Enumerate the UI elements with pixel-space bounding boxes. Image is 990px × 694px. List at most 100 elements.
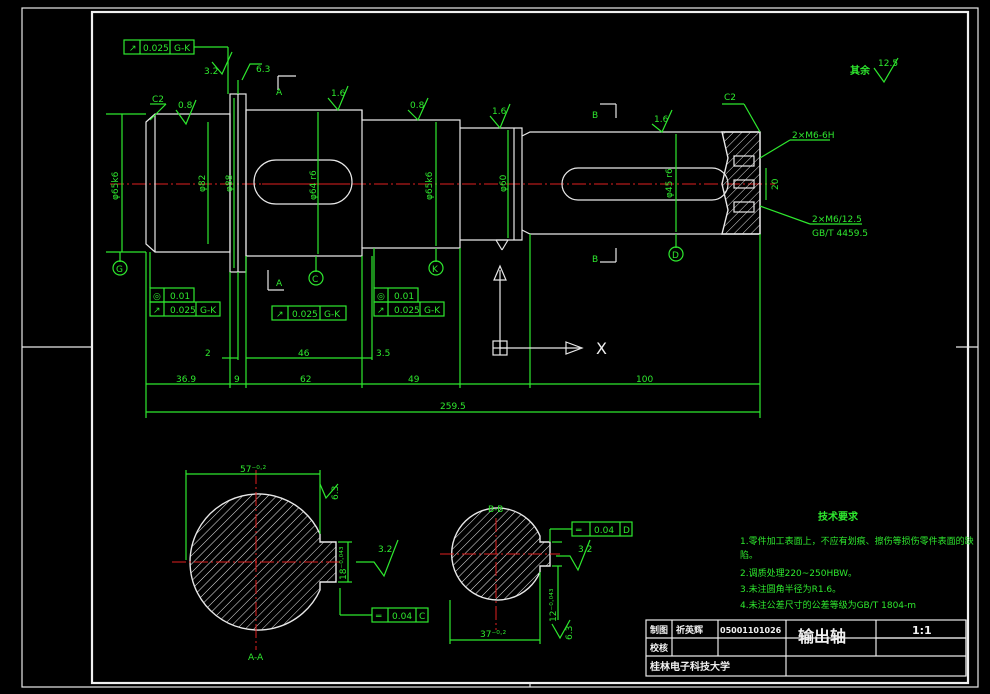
svg-text:0.01: 0.01 <box>170 292 190 302</box>
svg-text:3.2: 3.2 <box>578 545 592 555</box>
tolerance-frame-middle[interactable]: ↗ 0.025 G-K <box>271 305 347 321</box>
svg-text:3.2: 3.2 <box>378 545 392 555</box>
title-block[interactable]: 制图 祈英辉 05001101026 校核 输出轴 1:1 桂林电子科技大学 <box>645 619 967 677</box>
svg-text:B: B <box>592 255 598 265</box>
svg-text:6.3: 6.3 <box>256 65 270 75</box>
svg-text:0.04: 0.04 <box>392 612 412 622</box>
svg-text:9: 9 <box>234 375 240 385</box>
svg-text:0.01: 0.01 <box>394 292 414 302</box>
svg-text:62: 62 <box>300 375 311 385</box>
part-name: 输出轴 <box>798 627 846 646</box>
svg-text:1.6: 1.6 <box>492 107 507 117</box>
svg-text:G: G <box>116 265 123 275</box>
section-aa[interactable]: 57⁻⁰·² 18⁻⁰·⁰⁴³ 6.3 3.2 ═ 0.04 C A-A <box>172 465 429 663</box>
svg-text:0.025: 0.025 <box>292 310 318 320</box>
svg-text:C: C <box>312 275 318 285</box>
svg-text:100: 100 <box>636 375 653 385</box>
svg-text:↗: ↗ <box>276 310 284 320</box>
svg-text:259.5: 259.5 <box>440 402 466 412</box>
roughness-right-journal: 1.6 <box>489 103 511 130</box>
svg-text:G-K: G-K <box>324 310 341 320</box>
svg-text:36.9: 36.9 <box>176 375 196 385</box>
thread-note-lower: 2×M6/12.5 GB/T 4459.5 <box>759 205 868 239</box>
svg-text:3.5: 3.5 <box>376 349 390 359</box>
tech-requirements: 技术要求 1.零件加工表面上，不应有划痕、擦伤等损伤零件表面的缺 陷。 2.调质… <box>740 510 974 611</box>
tech-req-item-2: 2.调质处理220~250HBW。 <box>740 567 857 579</box>
school-name: 桂林电子科技大学 <box>649 660 730 673</box>
roughness-collar: 3.2 6.3 <box>204 51 270 94</box>
datum-g: G <box>112 252 128 276</box>
svg-text:49: 49 <box>408 375 420 385</box>
svg-text:G-K: G-K <box>200 306 217 316</box>
svg-text:6.3: 6.3 <box>331 486 341 500</box>
chamfer-right: C2 <box>722 93 761 133</box>
svg-text:其余: 其余 <box>850 64 871 77</box>
svg-text:2×M6/12.5: 2×M6/12.5 <box>812 215 862 225</box>
svg-text:12⁻⁰·⁰⁴³: 12⁻⁰·⁰⁴³ <box>549 588 559 622</box>
section-a-arrow-top: A <box>276 75 296 98</box>
svg-text:K: K <box>432 265 439 275</box>
svg-text:═: ═ <box>375 612 382 622</box>
svg-text:3.2: 3.2 <box>204 67 218 77</box>
roughness-gear-seat: 1.6 <box>327 85 349 112</box>
svg-text:6.3: 6.3 <box>565 626 575 640</box>
svg-text:C: C <box>419 612 425 622</box>
section-aa-label: A-A <box>248 653 264 663</box>
svg-text:φ45 r6: φ45 r6 <box>665 168 675 198</box>
section-bb[interactable]: B-B ═ 0.04 D 3.2 37⁻⁰·² 12⁻⁰·⁰⁴³ 6.3 <box>440 505 633 644</box>
svg-text:◎: ◎ <box>153 292 161 302</box>
section-a-arrow-bottom: A <box>267 270 284 291</box>
roughness-coupling: 1.6 <box>651 109 673 133</box>
title-row1-label: 制图 <box>650 624 668 636</box>
datum-d: D <box>668 234 684 262</box>
shaft-main-view[interactable] <box>110 93 775 273</box>
svg-text:◎: ◎ <box>377 292 385 302</box>
svg-text:φ65k6: φ65k6 <box>425 171 435 200</box>
tolerance-frame-right[interactable]: ◎ 0.01 ↗ 0.025 G-K <box>373 248 445 317</box>
svg-text:46: 46 <box>298 349 310 359</box>
section-b-arrow-bottom: B <box>592 248 617 265</box>
cad-drawing-canvas[interactable]: ↗ 0.025 G-K 3.2 6.3 A C2 0.8 1.6 0.8 1.6 <box>0 0 990 694</box>
tech-req-title: 技术要求 <box>818 510 859 523</box>
svg-text:2: 2 <box>205 349 211 359</box>
svg-text:φ65k6: φ65k6 <box>111 171 121 200</box>
tol-top-datum: G-K <box>174 44 191 54</box>
svg-text:↗: ↗ <box>153 306 161 316</box>
svg-text:D: D <box>672 251 679 261</box>
tech-req-item-1b: 陷。 <box>740 549 758 561</box>
svg-text:φ88: φ88 <box>225 174 235 192</box>
svg-text:18⁻⁰·⁰⁴³: 18⁻⁰·⁰⁴³ <box>339 546 349 580</box>
svg-text:0.04: 0.04 <box>594 526 614 536</box>
keyway-gear-seat[interactable] <box>253 159 353 205</box>
roughness-other: 其余 12.5 <box>850 57 899 84</box>
svg-text:B: B <box>592 111 598 121</box>
svg-text:0.025: 0.025 <box>394 306 420 316</box>
title-row2-label: 校核 <box>650 642 668 654</box>
svg-text:A: A <box>276 88 283 98</box>
roughness-shoulder: 0.8 <box>407 97 429 122</box>
svg-text:↗: ↗ <box>377 306 385 316</box>
svg-text:57⁻⁰·²: 57⁻⁰·² <box>240 465 267 475</box>
section-b-arrow-top: B <box>592 103 617 121</box>
svg-text:A: A <box>276 279 283 289</box>
tech-req-item-4: 4.未注公差尺寸的公差等级为GB/T 1804-m <box>740 599 916 611</box>
diameter-dims: φ65k6 φ82 φ88 φ64 r6 φ65k6 φ60 φ45 r6 20 <box>106 98 781 268</box>
svg-text:37⁻⁰·²: 37⁻⁰·² <box>480 630 507 640</box>
svg-text:═: ═ <box>575 526 582 536</box>
section-bb-label: B-B <box>488 505 503 515</box>
title-row1-number: 05001101026 <box>720 626 782 635</box>
svg-text:φ60: φ60 <box>499 174 509 192</box>
title-row1-name: 祈英辉 <box>676 624 703 636</box>
svg-text:0.025: 0.025 <box>170 306 196 316</box>
thread-note-upper: 2×M6-6H <box>759 131 835 159</box>
scale-value: 1:1 <box>912 624 932 637</box>
svg-text:φ64 r6: φ64 r6 <box>309 170 319 200</box>
svg-text:0.8: 0.8 <box>178 101 193 111</box>
svg-text:D: D <box>623 526 630 536</box>
svg-text:G-K: G-K <box>424 306 441 316</box>
tech-req-item-3: 3.未注圆角半径为R1.6。 <box>740 583 841 595</box>
ucs-icon: X <box>492 239 607 358</box>
tolerance-frame-left[interactable]: ◎ 0.01 ↗ 0.025 G-K <box>149 252 221 317</box>
svg-text:GB/T 4459.5: GB/T 4459.5 <box>812 229 868 239</box>
shaft-left-journal[interactable] <box>145 113 231 253</box>
